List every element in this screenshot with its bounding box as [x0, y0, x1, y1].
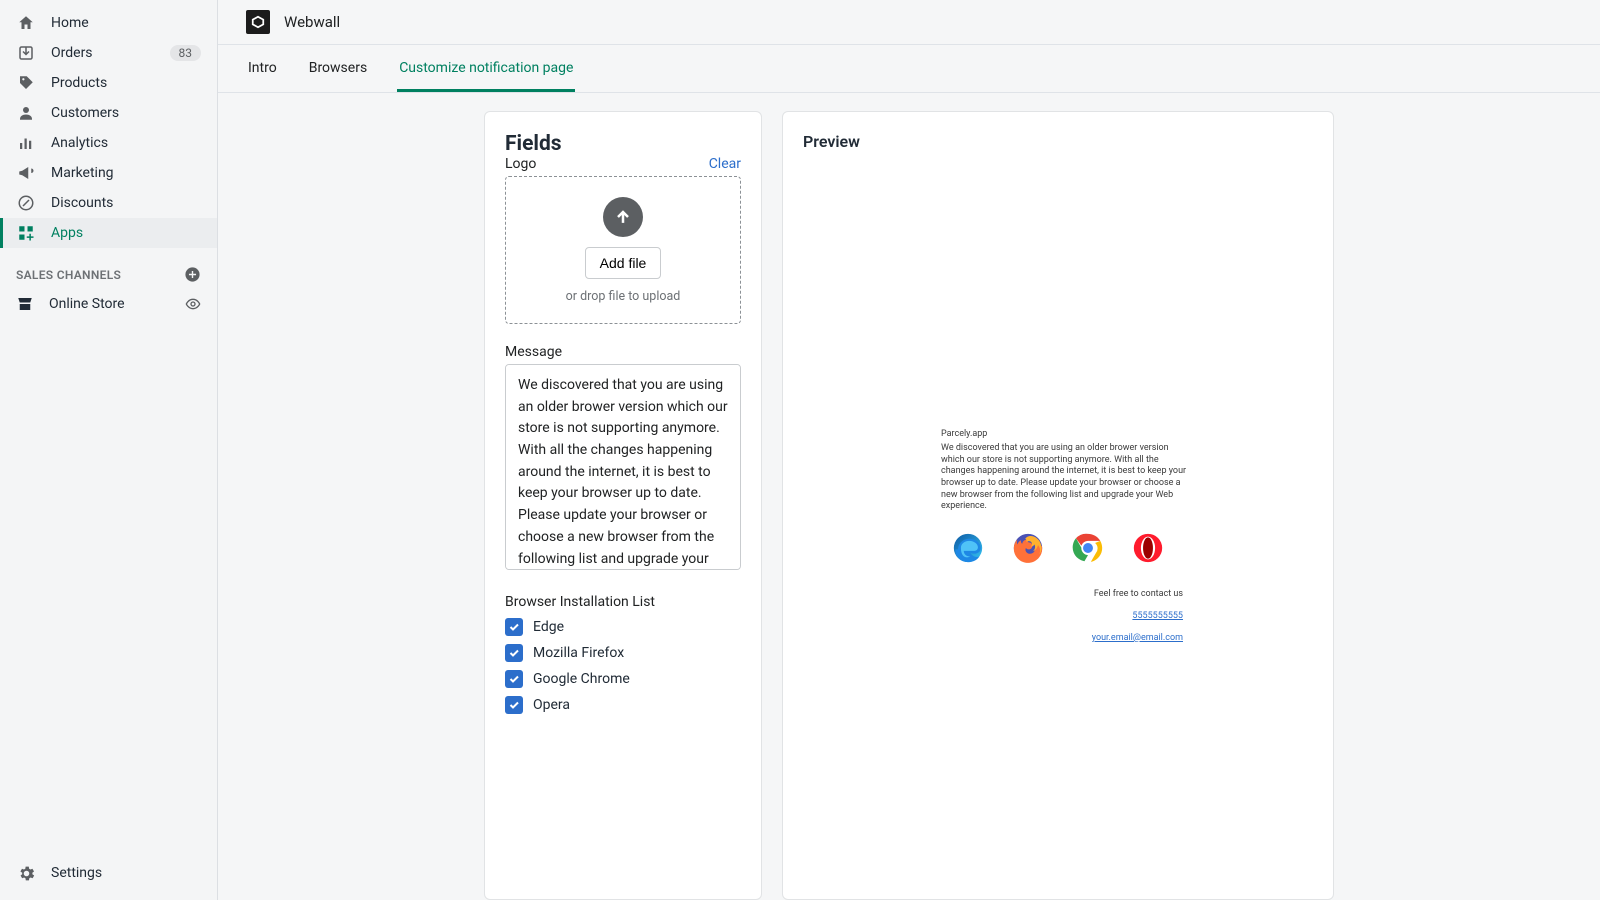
tab-customize[interactable]: Customize notification page: [397, 45, 575, 92]
browser-label: Google Chrome: [533, 671, 630, 687]
browser-label: Edge: [533, 619, 564, 635]
sidebar-item-label: Products: [51, 75, 107, 91]
upload-icon: [603, 197, 643, 237]
person-icon: [16, 103, 36, 123]
browser-row-opera[interactable]: Opera: [505, 696, 741, 714]
edge-icon: [951, 531, 985, 565]
tab-browsers[interactable]: Browsers: [307, 45, 369, 92]
message-textarea[interactable]: [505, 364, 741, 570]
analytics-icon: [16, 133, 36, 153]
preview-message: We discovered that you are using an olde…: [941, 443, 1191, 513]
sidebar: Home Orders 83 Products Customers Analyt…: [0, 0, 218, 900]
checkbox-icon[interactable]: [505, 618, 523, 636]
preview-site-name: Parcely.app: [941, 429, 1313, 439]
checkbox-icon[interactable]: [505, 696, 523, 714]
preview-email-link[interactable]: your.email@email.com: [803, 633, 1183, 643]
preview-contact-text: Feel free to contact us: [803, 589, 1183, 599]
inbox-icon: [16, 43, 36, 63]
opera-icon: [1131, 531, 1165, 565]
preview-heading: Preview: [803, 132, 1313, 151]
apps-icon: [16, 223, 36, 243]
store-icon: [16, 295, 34, 313]
sidebar-item-label: Apps: [51, 225, 83, 241]
sidebar-item-label: Customers: [51, 105, 119, 121]
sidebar-item-customers[interactable]: Customers: [0, 98, 217, 128]
browser-row-firefox[interactable]: Mozilla Firefox: [505, 644, 741, 662]
sidebar-item-label: Online Store: [49, 296, 125, 312]
orders-badge: 83: [170, 45, 202, 61]
sidebar-item-label: Home: [51, 15, 89, 31]
drop-hint: or drop file to upload: [566, 289, 681, 304]
sidebar-item-label: Orders: [51, 45, 93, 61]
checkbox-icon[interactable]: [505, 670, 523, 688]
discount-icon: [16, 193, 36, 213]
sidebar-item-label: Discounts: [51, 195, 113, 211]
section-label: SALES CHANNELS: [16, 268, 121, 282]
browser-row-chrome[interactable]: Google Chrome: [505, 670, 741, 688]
gear-icon: [16, 863, 36, 883]
firefox-icon: [1011, 531, 1045, 565]
chrome-icon: [1071, 531, 1105, 565]
sidebar-item-analytics[interactable]: Analytics: [0, 128, 217, 158]
fields-card: Fields Logo Clear Add file or drop file …: [484, 111, 762, 900]
tag-icon: [16, 73, 36, 93]
logo-label: Logo: [505, 156, 536, 172]
tab-intro[interactable]: Intro: [246, 45, 279, 92]
clear-logo-link[interactable]: Clear: [709, 156, 741, 172]
tabs: Intro Browsers Customize notification pa…: [218, 45, 1600, 93]
preview-browser-icons: [803, 531, 1313, 565]
app-logo-icon: [246, 10, 270, 34]
sidebar-section-channels: SALES CHANNELS: [0, 248, 217, 289]
sidebar-item-marketing[interactable]: Marketing: [0, 158, 217, 188]
checkbox-icon[interactable]: [505, 644, 523, 662]
browser-label: Mozilla Firefox: [533, 645, 624, 661]
sidebar-item-products[interactable]: Products: [0, 68, 217, 98]
view-store-icon[interactable]: [185, 296, 201, 312]
home-icon: [16, 13, 36, 33]
sidebar-item-label: Analytics: [51, 135, 108, 151]
sidebar-item-discounts[interactable]: Discounts: [0, 188, 217, 218]
sidebar-item-label: Marketing: [51, 165, 114, 181]
megaphone-icon: [16, 163, 36, 183]
sidebar-item-orders[interactable]: Orders 83: [0, 38, 217, 68]
browser-label: Opera: [533, 697, 570, 713]
browser-list-label: Browser Installation List: [505, 594, 741, 610]
fields-heading: Fields: [505, 132, 741, 156]
sidebar-item-apps[interactable]: Apps: [0, 218, 217, 248]
message-label: Message: [505, 344, 741, 360]
add-channel-icon[interactable]: [184, 266, 201, 283]
sidebar-item-label: Settings: [51, 865, 102, 881]
sidebar-item-settings[interactable]: Settings: [0, 858, 217, 888]
browser-row-edge[interactable]: Edge: [505, 618, 741, 636]
preview-phone-link[interactable]: 5555555555: [803, 611, 1183, 621]
app-title: Webwall: [284, 13, 340, 31]
logo-dropzone[interactable]: Add file or drop file to upload: [505, 176, 741, 324]
app-header: Webwall: [218, 0, 1600, 45]
preview-card: Preview Parcely.app We discovered that y…: [782, 111, 1334, 900]
sidebar-item-online-store[interactable]: Online Store: [0, 289, 217, 319]
add-file-button[interactable]: Add file: [585, 247, 662, 279]
sidebar-item-home[interactable]: Home: [0, 8, 217, 38]
